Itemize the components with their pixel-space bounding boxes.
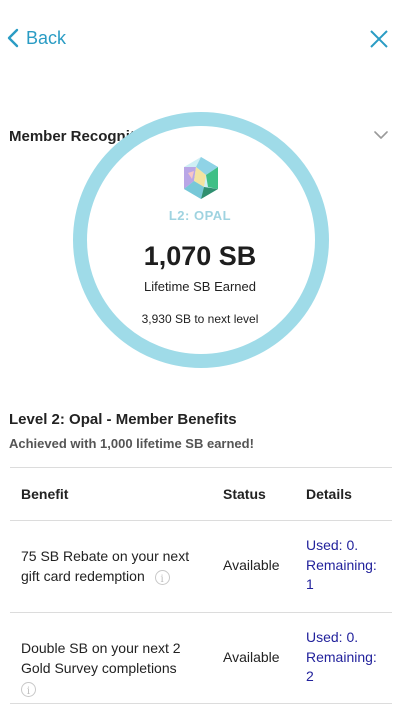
column-header-benefit: Benefit bbox=[21, 486, 69, 502]
table-header-row: Benefit Status Details bbox=[10, 467, 392, 520]
top-bar: Back bbox=[0, 0, 400, 80]
details-cell: Used: 0. Remaining: 1 bbox=[306, 536, 392, 595]
benefits-table: Benefit Status Details 75 SB Rebate on y… bbox=[10, 467, 392, 704]
table-row: Double SB on your next 2 Gold Survey com… bbox=[10, 612, 392, 704]
used-count: Used: 0. bbox=[306, 629, 359, 645]
back-button[interactable]: Back bbox=[6, 26, 66, 50]
remaining-label: Remaining: bbox=[306, 556, 377, 573]
benefits-title: Level 2: Opal - Member Benefits bbox=[9, 411, 237, 428]
info-icon[interactable] bbox=[21, 682, 36, 702]
opal-gem-icon bbox=[184, 157, 218, 199]
close-icon[interactable] bbox=[368, 28, 390, 50]
lifetime-sb-caption: Lifetime SB Earned bbox=[143, 279, 256, 294]
benefits-subtitle: Achieved with 1,000 lifetime SB earned! bbox=[9, 436, 254, 451]
remaining-value: 2 bbox=[306, 668, 314, 684]
remaining-value: 1 bbox=[306, 576, 314, 592]
remaining-label: Remaining: bbox=[306, 648, 377, 665]
back-label: Back bbox=[26, 28, 67, 48]
column-header-status: Status bbox=[223, 486, 266, 502]
status-cell: Available bbox=[223, 649, 280, 665]
lifetime-sb-value: 1,070 SB bbox=[143, 241, 257, 271]
details-cell: Used: 0. Remaining: 2 bbox=[306, 628, 392, 687]
table-row: 75 SB Rebate on your next gift card rede… bbox=[10, 520, 392, 612]
column-header-details: Details bbox=[306, 486, 352, 502]
progress-ring bbox=[73, 112, 329, 368]
level-badge: L2: OPAL bbox=[168, 208, 232, 223]
benefit-cell: 75 SB Rebate on your next gift card rede… bbox=[21, 546, 211, 590]
chevron-left-icon bbox=[7, 28, 19, 48]
chevron-down-icon[interactable] bbox=[374, 130, 388, 140]
status-cell: Available bbox=[223, 557, 280, 573]
info-icon[interactable] bbox=[154, 569, 170, 590]
benefit-cell: Double SB on your next 2 Gold Survey com… bbox=[21, 638, 211, 702]
used-count: Used: 0. bbox=[306, 537, 359, 553]
benefit-text: Double SB on your next 2 Gold Survey com… bbox=[21, 640, 181, 676]
next-level-text: 3,930 SB to next level bbox=[141, 312, 259, 326]
